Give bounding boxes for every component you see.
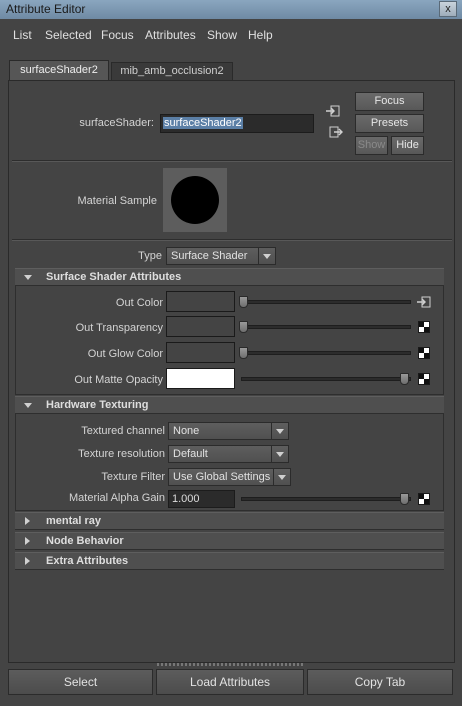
collapse-arrow-icon: [25, 537, 30, 545]
section-title: Extra Attributes: [46, 555, 129, 567]
textured-channel-label: Textured channel: [81, 425, 165, 437]
out-matte-opacity-slider-handle[interactable]: [400, 373, 409, 385]
title-bar[interactable]: Attribute Editor x: [0, 0, 462, 19]
out-glow-color-slider-track[interactable]: [241, 351, 411, 355]
out-glow-color-swatch[interactable]: [166, 342, 235, 363]
out-color-swatch[interactable]: [166, 291, 235, 312]
input-connection-icon[interactable]: [326, 105, 340, 117]
collapse-arrow-icon: [25, 557, 30, 565]
type-label: Type: [138, 250, 162, 262]
menu-selected[interactable]: Selected: [45, 28, 92, 42]
material-alpha-gain-label: Material Alpha Gain: [69, 492, 165, 504]
section-title: Surface Shader Attributes: [46, 271, 182, 283]
textured-channel-value: None: [173, 425, 200, 437]
material-alpha-gain-slider-track[interactable]: [241, 497, 411, 501]
menu-show[interactable]: Show: [207, 28, 237, 42]
section-title: mental ray: [46, 515, 102, 527]
attribute-editor-window: Attribute Editor x List Selected Focus A…: [0, 0, 462, 706]
resize-grip[interactable]: [157, 663, 305, 666]
hide-button[interactable]: Hide: [391, 136, 424, 155]
tab-mib-amb-occlusion2[interactable]: mib_amb_occlusion2: [111, 62, 233, 80]
textured-channel-dropdown[interactable]: None: [168, 422, 289, 440]
output-connection-icon[interactable]: [329, 126, 343, 138]
texture-filter-dropdown[interactable]: Use Global Settings: [168, 468, 291, 486]
texture-resolution-label: Texture resolution: [78, 448, 165, 460]
node-name-value: surfaceShader2: [163, 117, 243, 129]
type-value: Surface Shader: [171, 250, 248, 262]
texture-filter-value: Use Global Settings: [173, 471, 271, 483]
out-color-label: Out Color: [115, 297, 163, 309]
menu-list[interactable]: List: [13, 28, 32, 42]
show-button[interactable]: Show: [355, 136, 388, 155]
out-color-slider-handle[interactable]: [239, 296, 248, 308]
material-alpha-gain-field[interactable]: 1.000: [168, 490, 235, 508]
section-title: Node Behavior: [46, 535, 124, 547]
section-mental-ray[interactable]: mental ray: [15, 512, 444, 530]
checker-map-icon[interactable]: [418, 373, 430, 385]
section-extra-attributes[interactable]: Extra Attributes: [15, 552, 444, 570]
checker-map-icon[interactable]: [418, 493, 430, 505]
menu-help[interactable]: Help: [248, 28, 273, 42]
menu-bar: List Selected Focus Attributes Show Help: [3, 23, 459, 47]
checker-map-icon[interactable]: [418, 347, 430, 359]
close-button[interactable]: x: [439, 1, 457, 17]
material-sample-swatch: [163, 168, 227, 232]
presets-button[interactable]: Presets: [355, 114, 424, 133]
section-hardware-texturing[interactable]: Hardware Texturing: [15, 396, 444, 414]
expand-arrow-icon: [24, 275, 32, 280]
out-glow-color-label: Out Glow Color: [87, 348, 163, 360]
section-title: Hardware Texturing: [46, 399, 149, 411]
section-node-behavior[interactable]: Node Behavior: [15, 532, 444, 550]
load-attributes-button[interactable]: Load Attributes: [156, 669, 304, 695]
menu-attributes[interactable]: Attributes: [145, 28, 196, 42]
out-matte-opacity-label: Out Matte Opacity: [74, 374, 163, 386]
menu-focus[interactable]: Focus: [101, 28, 134, 42]
divider: [12, 160, 452, 162]
divider: [12, 239, 452, 241]
expand-arrow-icon: [24, 403, 32, 408]
chevron-down-icon: [258, 248, 275, 264]
out-glow-color-slider-handle[interactable]: [239, 347, 248, 359]
out-transparency-label: Out Transparency: [75, 322, 163, 334]
node-name-field[interactable]: surfaceShader2: [160, 114, 314, 133]
chevron-down-icon: [271, 446, 288, 462]
out-color-slider-track[interactable]: [241, 300, 411, 304]
texture-resolution-value: Default: [173, 448, 208, 460]
focus-button[interactable]: Focus: [355, 92, 424, 111]
select-button[interactable]: Select: [8, 669, 153, 695]
type-dropdown[interactable]: Surface Shader: [166, 247, 276, 265]
chevron-down-icon: [271, 423, 288, 439]
out-transparency-slider-handle[interactable]: [239, 321, 248, 333]
texture-filter-label: Texture Filter: [101, 471, 165, 483]
copy-tab-button[interactable]: Copy Tab: [307, 669, 453, 695]
window-title: Attribute Editor: [6, 2, 86, 16]
checker-map-icon[interactable]: [418, 321, 430, 333]
chevron-down-icon: [273, 469, 290, 485]
section-surface-shader-attributes[interactable]: Surface Shader Attributes: [15, 268, 444, 286]
texture-resolution-dropdown[interactable]: Default: [168, 445, 289, 463]
node-name-label: surfaceShader:: [79, 117, 154, 129]
material-sample-label: Material Sample: [77, 195, 157, 207]
collapse-arrow-icon: [25, 517, 30, 525]
out-transparency-slider-track[interactable]: [241, 325, 411, 329]
material-sphere-preview: [171, 176, 219, 224]
tab-surfaceshader2[interactable]: surfaceShader2: [9, 60, 109, 80]
map-input-icon[interactable]: [417, 296, 431, 308]
out-matte-opacity-swatch[interactable]: [166, 368, 235, 389]
material-alpha-gain-slider-handle[interactable]: [400, 493, 409, 505]
out-transparency-swatch[interactable]: [166, 316, 235, 337]
out-matte-opacity-slider-track[interactable]: [241, 377, 411, 381]
